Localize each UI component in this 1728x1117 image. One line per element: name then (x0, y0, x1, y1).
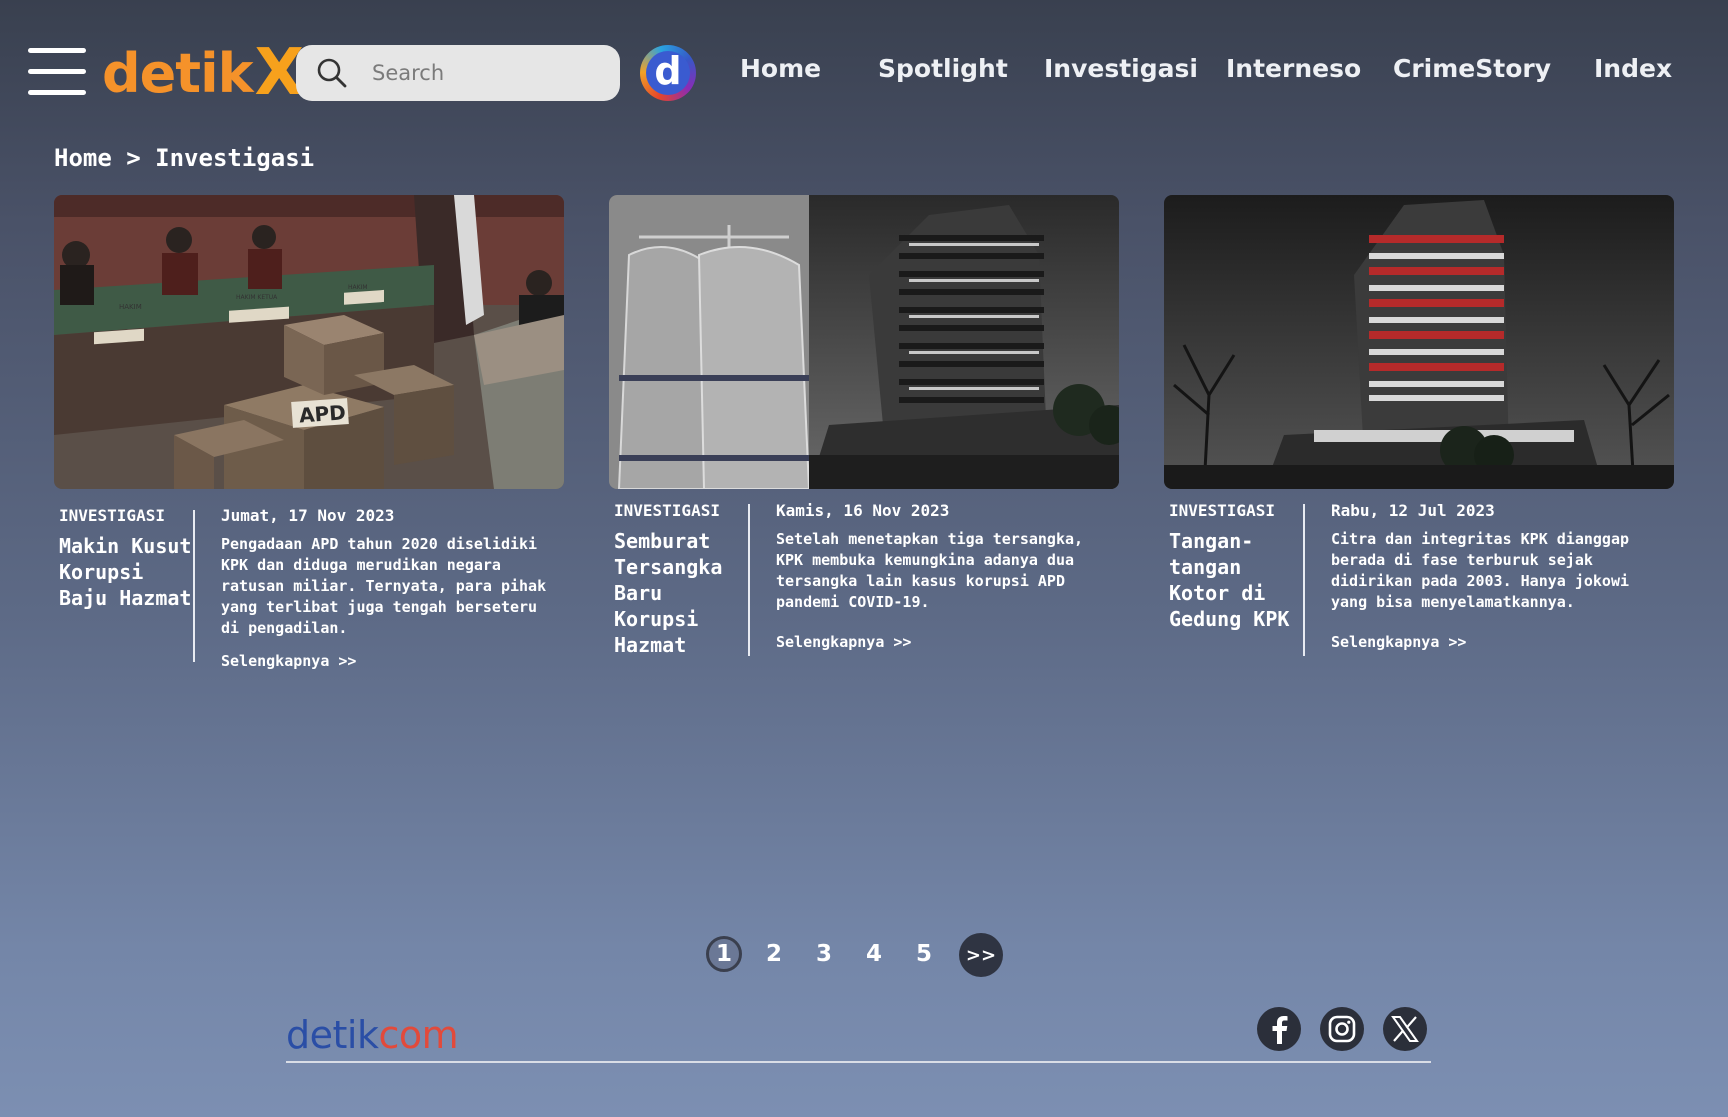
search-box (296, 45, 620, 101)
article-date: Jumat, 17 Nov 2023 (221, 506, 395, 525)
read-more-link[interactable]: Selengkapnya >> (776, 633, 911, 651)
search-input[interactable] (372, 45, 608, 101)
desk-label: HAKIM KETUA (236, 294, 278, 301)
kpk-building-hazmat-illustration (609, 195, 1119, 489)
article-date: Kamis, 16 Nov 2023 (776, 501, 950, 520)
facebook-glyph (1272, 1016, 1288, 1044)
detik-network-badge[interactable]: d (640, 45, 696, 101)
apd-box-label: APD (298, 400, 346, 427)
top-navigation-bar: detik X d Home Spotlight Investigasi Int… (0, 0, 1728, 140)
page-4-button[interactable]: 4 (856, 936, 892, 972)
detikcom-logo[interactable]: detikcom (286, 1013, 459, 1057)
logo-detik-text: detik (102, 41, 254, 105)
article-category: INVESTIGASI (1169, 501, 1275, 520)
nav-crimestory[interactable]: CrimeStory (1393, 54, 1551, 83)
footer-divider (286, 1061, 1431, 1063)
article-description: Pengadaan APD tahun 2020 diselidiki KPK … (221, 535, 547, 637)
x-icon[interactable] (1383, 1007, 1427, 1051)
detikcom-logo-com: com (378, 1013, 459, 1057)
article-category: INVESTIGASI (614, 501, 720, 520)
article-thumbnail[interactable]: HAKIM HAKIM KETUA HAKIM APD (54, 195, 564, 489)
next-page-button[interactable]: >> (959, 933, 1003, 977)
read-more-link[interactable]: Selengkapnya >> (221, 652, 356, 670)
detik-badge-inner: d (646, 51, 690, 95)
breadcrumb[interactable]: Home > Investigasi (54, 144, 314, 172)
page-2-button[interactable]: 2 (756, 936, 792, 972)
nav-interneso[interactable]: Interneso (1226, 54, 1361, 83)
detik-badge-letter: d (654, 49, 682, 93)
article-thumbnail[interactable] (1164, 195, 1674, 489)
article-divider (193, 510, 195, 662)
desk-label: HAKIM (119, 303, 142, 311)
desk-label: HAKIM (348, 284, 368, 291)
article-date: Rabu, 12 Jul 2023 (1331, 501, 1495, 520)
article-title[interactable]: Semburat Tersangka Baru Korupsi Hazmat (614, 528, 750, 658)
article-description: Setelah menetapkan tiga tersangka, KPK m… (776, 530, 1084, 611)
read-more-link[interactable]: Selengkapnya >> (1331, 633, 1466, 651)
detikx-logo[interactable]: detik X (102, 36, 304, 110)
page-5-button[interactable]: 5 (906, 936, 942, 972)
article-divider (748, 504, 750, 656)
article-description: Citra dan integritas KPK dianggap berada… (1331, 530, 1630, 611)
x-glyph (1391, 1016, 1419, 1042)
nav-investigasi[interactable]: Investigasi (1044, 54, 1198, 83)
hamburger-menu-icon[interactable] (28, 48, 86, 96)
detikcom-logo-detik: detik (286, 1013, 379, 1057)
nav-spotlight[interactable]: Spotlight (878, 54, 1008, 83)
article-title[interactable]: Tangan-tangan Kotor di Gedung KPK (1169, 528, 1305, 632)
courtroom-illustration: HAKIM HAKIM KETUA HAKIM APD (54, 195, 564, 489)
nav-index[interactable]: Index (1594, 54, 1672, 83)
facebook-icon[interactable] (1257, 1007, 1301, 1051)
article-thumbnail[interactable] (609, 195, 1119, 489)
article-category: INVESTIGASI (59, 506, 165, 525)
article-title[interactable]: Makin Kusut Korupsi Baju Hazmat (59, 533, 195, 611)
instagram-icon[interactable] (1320, 1007, 1364, 1051)
search-icon (317, 58, 347, 88)
instagram-glyph (1328, 1015, 1356, 1043)
article-divider (1303, 504, 1305, 656)
kpk-building-night-illustration (1164, 195, 1674, 489)
page-1-button[interactable]: 1 (706, 936, 742, 972)
nav-home[interactable]: Home (740, 54, 821, 83)
page-3-button[interactable]: 3 (806, 936, 842, 972)
